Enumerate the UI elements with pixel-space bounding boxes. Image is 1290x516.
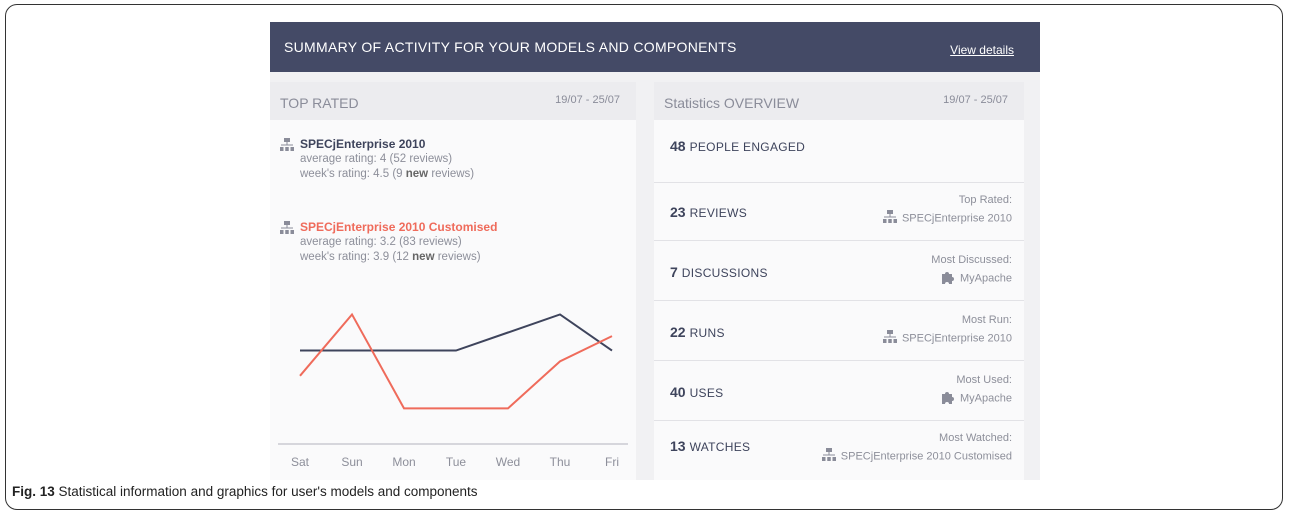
stat-target-name: MyApache: [960, 392, 1012, 405]
statistics-title: Statistics OVERVIEW: [664, 95, 800, 111]
network-icon: [280, 221, 294, 234]
top-rated-title: TOP RATED: [280, 95, 359, 111]
stat-count: 40 USES: [670, 384, 723, 400]
stat-label: PEOPLE ENGAGED: [689, 140, 806, 154]
stat-count: 22 RUNS: [670, 324, 725, 340]
puzzle-icon: [940, 270, 956, 287]
summary-header: SUMMARY OF ACTIVITY FOR YOUR MODELS AND …: [270, 22, 1040, 72]
x-tick-label: Sun: [341, 455, 362, 469]
stat-count: 13 WATCHES: [670, 438, 750, 454]
x-tick-label: Fri: [605, 455, 619, 469]
stat-target[interactable]: SPECjEnterprise 2010: [882, 210, 1012, 227]
top-rated-header: TOP RATED 19/07 - 25/07: [270, 82, 636, 120]
stat-row[interactable]: 23 REVIEWS Top Rated: SPECjEnterprise 2010: [654, 180, 1024, 241]
stat-row[interactable]: 40 USES Most Used: MyApache: [654, 360, 1024, 421]
stat-label: WATCHES: [689, 440, 751, 454]
stat-row[interactable]: 13 WATCHES Most Watched: SPECjEnterprise 20…: [654, 420, 1024, 480]
stat-caption: Most Discussed:: [931, 254, 1012, 266]
statistics-panel: Statistics OVERVIEW 19/07 - 25/07 48 PEOP…: [654, 82, 1024, 480]
stat-count-value: 40: [670, 384, 686, 400]
top-rated-item-name: SPECjEnterprise 2010 Customised: [300, 220, 498, 234]
stat-count-value: 7: [670, 264, 678, 280]
network-icon: [882, 330, 898, 347]
top-rated-item-name: SPECjEnterprise 2010: [300, 137, 426, 151]
stat-label: RUNS: [689, 326, 725, 340]
stat-label: DISCUSSIONS: [681, 266, 768, 280]
summary-title: SUMMARY OF ACTIVITY FOR YOUR MODELS AND …: [284, 39, 737, 55]
activity-summary-card: SUMMARY OF ACTIVITY FOR YOUR MODELS AND …: [270, 22, 1040, 480]
stat-target[interactable]: SPECjEnterprise 2010 Customised: [821, 448, 1012, 465]
x-tick-label: Tue: [446, 455, 467, 469]
puzzle-icon: [940, 390, 956, 407]
average-rating: average rating: 3.2 (83 reviews): [300, 236, 462, 248]
stat-count-value: 13: [670, 438, 686, 454]
stat-target[interactable]: MyApache: [940, 390, 1012, 407]
stat-target-name: SPECjEnterprise 2010 Customised: [840, 450, 1012, 463]
x-tick-label: Mon: [392, 455, 415, 469]
stat-target-name: SPECjEnterprise 2010: [901, 212, 1012, 225]
stat-target[interactable]: SPECjEnterprise 2010: [882, 330, 1012, 347]
network-icon: [821, 448, 837, 465]
network-icon: [882, 210, 898, 227]
x-tick-label: Wed: [496, 455, 520, 469]
stat-row[interactable]: 7 DISCUSSIONS Most Discussed: MyApache: [654, 240, 1024, 301]
stat-count: 7 DISCUSSIONS: [670, 264, 768, 280]
stat-target-name: SPECjEnterprise 2010: [901, 332, 1012, 345]
stat-count: 23 REVIEWS: [670, 204, 747, 220]
weekly-rating: week's rating: 4.5 (9 new reviews): [300, 168, 475, 180]
stat-count-value: 23: [670, 204, 686, 220]
rating-line-chart: Sat Sun Mon Tue Wed Thu Fri: [278, 312, 628, 469]
stat-caption: Most Run:: [961, 314, 1012, 326]
statistics-date: 19/07 - 25/07: [943, 94, 1008, 106]
x-tick-label: Thu: [550, 455, 571, 469]
view-details-link[interactable]: View details: [950, 43, 1014, 57]
top-rated-date: 19/07 - 25/07: [555, 94, 620, 106]
weekly-rating: week's rating: 3.9 (12 new reviews): [300, 251, 481, 263]
stat-target-name: MyApache: [960, 272, 1012, 285]
stat-label: REVIEWS: [689, 206, 748, 220]
stat-target[interactable]: MyApache: [940, 270, 1012, 287]
x-tick-label: Sat: [291, 455, 310, 469]
average-rating: average rating: 4 (52 reviews): [300, 153, 453, 165]
stat-count-value: 48: [670, 138, 686, 154]
network-icon: [280, 138, 294, 151]
stat-caption: Top Rated:: [958, 194, 1012, 206]
stat-row[interactable]: 48 PEOPLE ENGAGED: [654, 122, 1024, 183]
stat-count: 48 PEOPLE ENGAGED: [670, 138, 805, 154]
series-line-1: [299, 312, 613, 410]
stat-label: USES: [689, 386, 724, 400]
top-rated-panel: TOP RATED 19/07 - 25/07 SPECjEnterprise …: [270, 82, 636, 480]
stat-count-value: 22: [670, 324, 686, 340]
figure-caption: Fig. 13 Statistical information and grap…: [12, 484, 478, 499]
statistics-header: Statistics OVERVIEW 19/07 - 25/07: [654, 82, 1024, 120]
stat-row[interactable]: 22 RUNS Most Run: SPECjEnterprise 2010: [654, 300, 1024, 361]
stat-caption: Most Watched:: [939, 432, 1012, 444]
stat-caption: Most Used:: [956, 374, 1012, 386]
